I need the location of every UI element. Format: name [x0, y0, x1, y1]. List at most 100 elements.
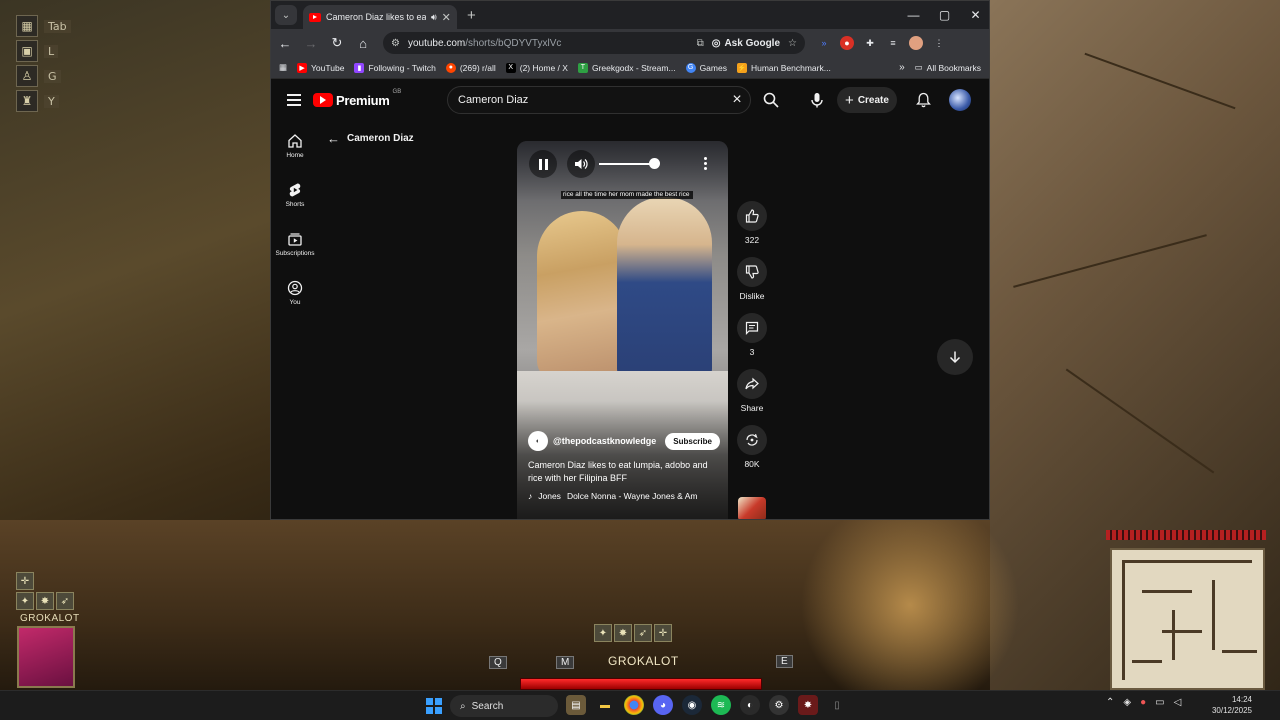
maximize-button[interactable]: ▢: [929, 1, 960, 29]
puzzle-icon[interactable]: ✚: [863, 36, 877, 50]
share-action[interactable]: Share: [737, 369, 767, 413]
kebab-menu-icon[interactable]: ⋮: [932, 36, 946, 50]
share-button[interactable]: [737, 369, 767, 399]
sound-thumbnail[interactable]: [738, 497, 766, 519]
nav-home[interactable]: Home: [271, 129, 319, 178]
youtube-logo[interactable]: Premium GB: [313, 89, 401, 108]
bookmark-greekgodx[interactable]: T Greekgodx - Stream...: [577, 62, 676, 73]
bookmark-reddit[interactable]: ● (269) r/all: [445, 62, 496, 73]
volume-button[interactable]: [567, 150, 595, 178]
remix-button[interactable]: [737, 425, 767, 455]
new-tab-button[interactable]: +: [467, 7, 476, 24]
skill-icon[interactable]: ✦: [594, 624, 612, 642]
guild-icon[interactable]: ♜: [16, 90, 38, 112]
bookmark-twitch[interactable]: ▮ Following - Twitch: [354, 62, 436, 73]
comments-button[interactable]: [737, 313, 767, 343]
bookmark-games[interactable]: G Games: [685, 62, 727, 73]
steam-icon[interactable]: ◉: [682, 695, 702, 715]
close-window-button[interactable]: ✕: [960, 1, 989, 29]
profile-avatar[interactable]: [909, 36, 923, 50]
search-button[interactable]: [759, 88, 783, 112]
volume-icon[interactable]: ◁: [1174, 697, 1182, 708]
extension-icon[interactable]: ●: [840, 36, 854, 50]
chevron-up-icon[interactable]: ⌃: [1106, 697, 1114, 708]
short-video-player[interactable]: rice all the time her mom made the best …: [517, 141, 728, 519]
hud-row[interactable]: ▦ Tab: [16, 14, 76, 38]
create-button[interactable]: + Create: [837, 87, 897, 113]
skill-icon[interactable]: ➶: [56, 592, 74, 610]
clear-search-icon[interactable]: ×: [724, 91, 750, 109]
chrome-icon[interactable]: [624, 695, 644, 715]
spotify-icon[interactable]: ≋: [711, 695, 731, 715]
reload-button[interactable]: ↻: [325, 31, 349, 55]
network-icon[interactable]: ◈: [1123, 697, 1131, 708]
browser-tab[interactable]: Cameron Diaz likes to eat lumpia 🔊︎ ✕: [303, 5, 457, 29]
dislike-action[interactable]: Dislike: [737, 257, 767, 301]
bookmark-star-icon[interactable]: ☆: [788, 38, 797, 49]
like-button[interactable]: [737, 201, 767, 231]
game-icon[interactable]: ✸: [798, 695, 818, 715]
taskbar-clock[interactable]: 14:24 30/12/2025: [1208, 694, 1252, 716]
bookmark-human-benchmark[interactable]: ⚡ Human Benchmark...: [736, 62, 831, 73]
back-to-search[interactable]: ← Cameron Diaz: [327, 131, 414, 146]
notifications-button[interactable]: [911, 88, 935, 112]
skill-icon[interactable]: ✸: [36, 592, 54, 610]
address-bar[interactable]: ⚙ youtube.com/shorts/bQDYVTyxlVc ⧉ ◎ Ask …: [383, 32, 805, 54]
settings-icon[interactable]: ⚙: [769, 695, 789, 715]
back-button[interactable]: ←: [273, 31, 297, 55]
site-info-icon[interactable]: ⚙: [391, 38, 400, 49]
like-action[interactable]: 322: [737, 201, 767, 245]
forward-button[interactable]: →: [299, 31, 323, 55]
nav-shorts[interactable]: Shorts: [271, 178, 319, 227]
book-icon[interactable]: ▣: [16, 40, 38, 62]
map-icon[interactable]: ▦: [16, 15, 38, 37]
skill-icon[interactable]: ➶: [634, 624, 652, 642]
account-avatar[interactable]: [949, 89, 971, 111]
app-icon[interactable]: ▯: [827, 695, 847, 715]
hud-row[interactable]: ♙ G: [16, 64, 76, 88]
hud-row[interactable]: ♜ Y: [16, 89, 76, 113]
widgets-icon[interactable]: ▤: [566, 695, 586, 715]
file-explorer-icon[interactable]: ▬: [595, 695, 615, 715]
channel-avatar[interactable]: ◐: [528, 431, 548, 451]
channel-name[interactable]: @thepodcastknowledge: [553, 436, 656, 446]
ask-google-button[interactable]: ◎ Ask Google: [712, 38, 780, 49]
skill-icon[interactable]: ✸: [614, 624, 632, 642]
media-controls-icon[interactable]: ≡: [886, 36, 900, 50]
hamburger-menu-icon[interactable]: [287, 94, 301, 106]
minimize-button[interactable]: —: [898, 1, 929, 29]
speaker-icon[interactable]: 🔊︎: [431, 12, 437, 23]
music-row[interactable]: ♪ Jones Dolce Nonna - Wayne Jones & Am: [528, 491, 720, 501]
microphone-icon[interactable]: ●: [1140, 697, 1146, 708]
volume-slider-thumb[interactable]: [648, 158, 660, 169]
home-button[interactable]: ⌂: [351, 31, 375, 55]
pause-button[interactable]: [529, 150, 557, 178]
next-short-button[interactable]: [937, 339, 973, 375]
minimap[interactable]: [1110, 548, 1265, 690]
discord-icon[interactable]: ◕: [653, 695, 673, 715]
crosshair-icon[interactable]: ✛: [654, 624, 672, 642]
extension-icon[interactable]: »: [817, 36, 831, 50]
nav-you[interactable]: You: [271, 276, 319, 325]
search-input[interactable]: Cameron Diaz ×: [447, 86, 751, 114]
hud-row[interactable]: ▣ L: [16, 39, 76, 63]
app-icon[interactable]: ◐: [740, 695, 760, 715]
short-title[interactable]: Cameron Diaz likes to eat lumpia, adobo …: [528, 459, 723, 485]
voice-search-button[interactable]: [805, 88, 829, 112]
comments-action[interactable]: 3: [737, 313, 767, 357]
remix-action[interactable]: 80K: [737, 425, 767, 469]
start-button[interactable]: [426, 698, 442, 714]
wifi-icon[interactable]: ▭: [1155, 697, 1164, 708]
install-app-icon[interactable]: ⧉: [697, 38, 704, 49]
character-icon[interactable]: ♙: [16, 65, 38, 87]
character-portrait[interactable]: [17, 626, 75, 688]
skill-icon[interactable]: ✦: [16, 592, 34, 610]
more-options-button[interactable]: [695, 153, 715, 173]
bookmark-x[interactable]: X (2) Home / X: [505, 62, 568, 73]
more-bookmarks-icon[interactable]: »: [899, 62, 905, 73]
crosshair-icon[interactable]: ✛: [16, 572, 34, 590]
tab-search-button[interactable]: ⌄: [275, 5, 297, 25]
taskbar-search[interactable]: ⌕ Search: [450, 695, 558, 717]
close-tab-icon[interactable]: ✕: [442, 11, 451, 24]
nav-subscriptions[interactable]: Subscriptions: [271, 227, 319, 276]
